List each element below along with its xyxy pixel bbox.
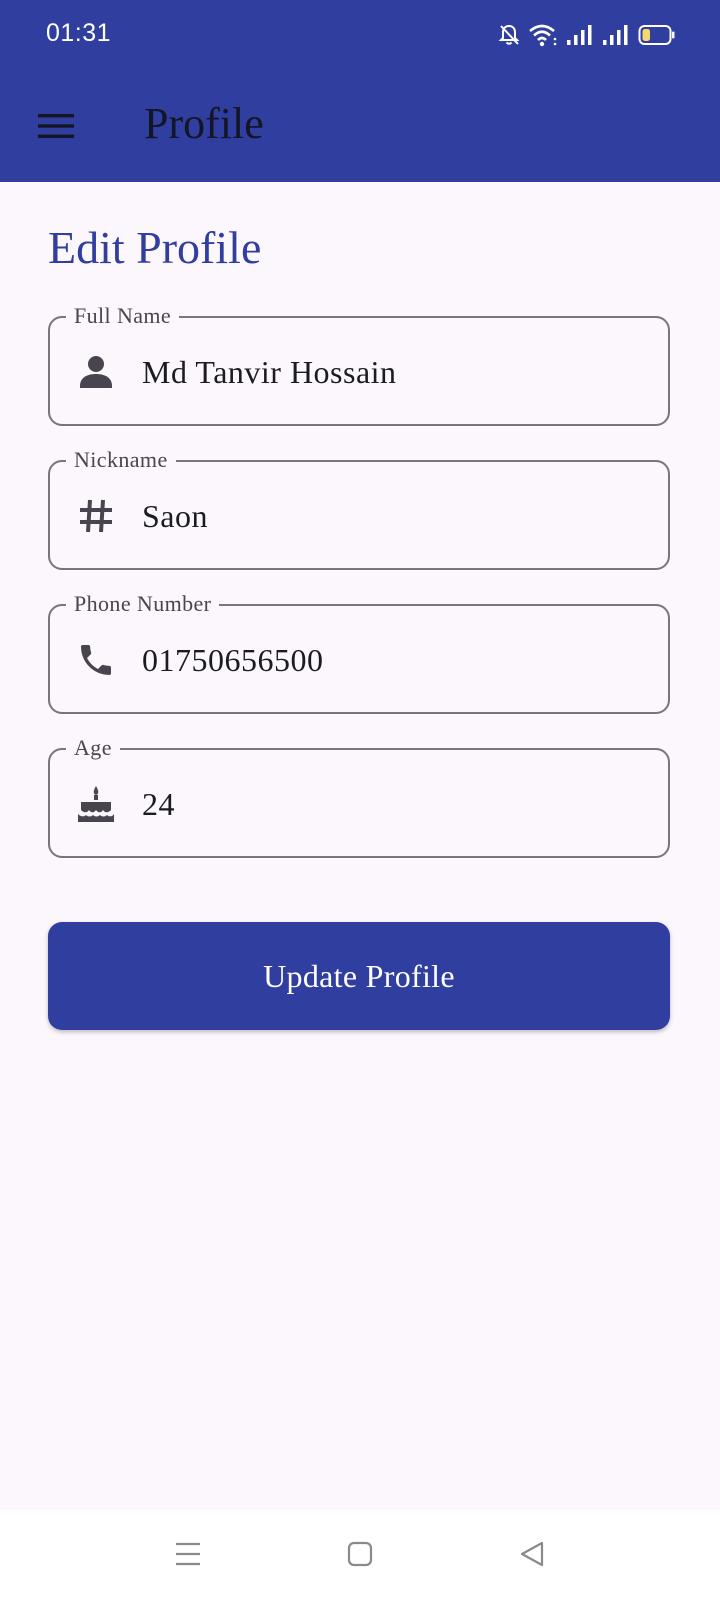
phone-icon [76, 640, 116, 680]
back-button[interactable] [512, 1536, 552, 1576]
home-icon [346, 1540, 374, 1573]
hashtag-icon [76, 496, 116, 536]
nickname-label: Nickname [66, 446, 176, 474]
nickname-input[interactable] [142, 488, 642, 544]
phone-number-input[interactable] [142, 632, 642, 688]
age-field[interactable]: Age [48, 734, 670, 858]
signal-icon [566, 23, 594, 47]
update-profile-button[interactable]: Update Profile [48, 922, 670, 1030]
recent-apps-button[interactable] [168, 1536, 208, 1576]
person-icon [76, 352, 116, 392]
status-time: 01:31 [46, 19, 112, 47]
signal-icon [602, 23, 630, 47]
status-icons [498, 20, 676, 50]
battery-icon [638, 24, 676, 46]
system-nav-bar [0, 1510, 720, 1600]
full-name-input[interactable] [142, 344, 642, 400]
age-input[interactable] [142, 776, 642, 832]
bell-off-icon [498, 23, 520, 47]
hamburger-menu-icon [37, 112, 75, 145]
home-button[interactable] [340, 1536, 380, 1576]
back-icon [518, 1540, 546, 1573]
age-label: Age [66, 734, 120, 762]
full-name-field[interactable]: Full Name [48, 302, 670, 426]
app-bar: 01:31 Profile [0, 0, 720, 182]
page-heading: Edit Profile [48, 222, 262, 273]
wifi-icon [528, 23, 558, 47]
app-bar-title: Profile [144, 99, 264, 148]
full-name-label: Full Name [66, 302, 180, 330]
cake-icon [76, 784, 116, 824]
nickname-field[interactable]: Nickname [48, 446, 670, 570]
phone-number-label: Phone Number [66, 590, 220, 618]
menu-button[interactable] [30, 104, 82, 152]
recent-apps-icon [174, 1540, 202, 1573]
phone-number-field[interactable]: Phone Number [48, 590, 670, 714]
